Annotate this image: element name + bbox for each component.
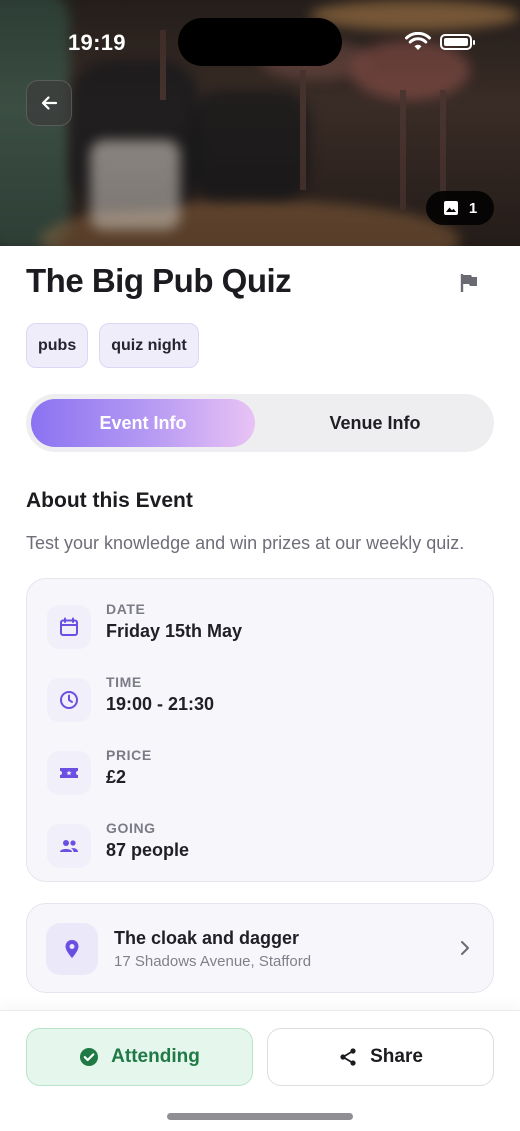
detail-row-date: DATE Friday 15th May xyxy=(27,601,493,661)
tag-list: pubs quiz night xyxy=(26,323,199,368)
photo-count-badge[interactable]: 1 xyxy=(426,191,494,225)
attending-label: Attending xyxy=(111,1046,200,1067)
battery-icon xyxy=(440,34,475,50)
chevron-right-icon xyxy=(461,941,469,955)
check-circle-icon xyxy=(80,1048,99,1066)
detail-row-price: PRICE £2 xyxy=(27,747,493,807)
status-time: 19:19 xyxy=(68,30,126,55)
share-icon xyxy=(340,1048,356,1066)
flag-icon[interactable] xyxy=(458,272,480,294)
photo-count: 1 xyxy=(468,199,478,217)
event-details-card: DATE Friday 15th May TIME 19:00 - 21:30 … xyxy=(26,578,494,882)
detail-label: GOING xyxy=(106,820,156,836)
about-heading: About this Event xyxy=(26,489,193,512)
calendar-icon xyxy=(47,605,91,649)
tag-pubs[interactable]: pubs xyxy=(26,323,89,368)
tag-quiz-night[interactable]: quiz night xyxy=(99,323,199,368)
wifi-icon xyxy=(405,32,431,50)
arrow-left-icon xyxy=(41,96,58,110)
back-button[interactable] xyxy=(26,80,72,126)
detail-row-time: TIME 19:00 - 21:30 xyxy=(27,674,493,734)
detail-label: PRICE xyxy=(106,747,152,763)
people-icon xyxy=(47,824,91,868)
event-title: The Big Pub Quiz xyxy=(26,262,292,299)
detail-value: £2 xyxy=(106,767,127,787)
share-label: Share xyxy=(370,1046,423,1067)
detail-row-going: GOING 87 people xyxy=(27,820,493,880)
share-button[interactable]: Share xyxy=(267,1028,494,1086)
detail-value: 87 people xyxy=(106,840,190,860)
venue-card[interactable]: The cloak and dagger 17 Shadows Avenue, … xyxy=(26,903,494,993)
detail-value: 19:00 - 21:30 xyxy=(106,694,215,714)
venue-name: The cloak and dagger xyxy=(114,928,300,948)
tab-event-info[interactable]: Event Info xyxy=(31,399,255,447)
detail-label: DATE xyxy=(106,601,146,617)
ticket-icon xyxy=(47,751,91,795)
info-tabs: Event Info Venue Info xyxy=(26,394,494,452)
detail-label: TIME xyxy=(106,674,142,690)
dynamic-island xyxy=(178,18,342,66)
detail-value: Friday 15th May xyxy=(106,621,243,641)
tab-venue-info[interactable]: Venue Info xyxy=(262,399,488,447)
image-icon xyxy=(443,201,458,215)
home-indicator[interactable] xyxy=(167,1113,353,1120)
attending-button[interactable]: Attending xyxy=(26,1028,253,1086)
clock-icon xyxy=(47,678,91,722)
location-pin-icon xyxy=(46,923,98,975)
about-description: Test your knowledge and win prizes at ou… xyxy=(26,533,465,553)
venue-address: 17 Shadows Avenue, Stafford xyxy=(114,953,312,970)
